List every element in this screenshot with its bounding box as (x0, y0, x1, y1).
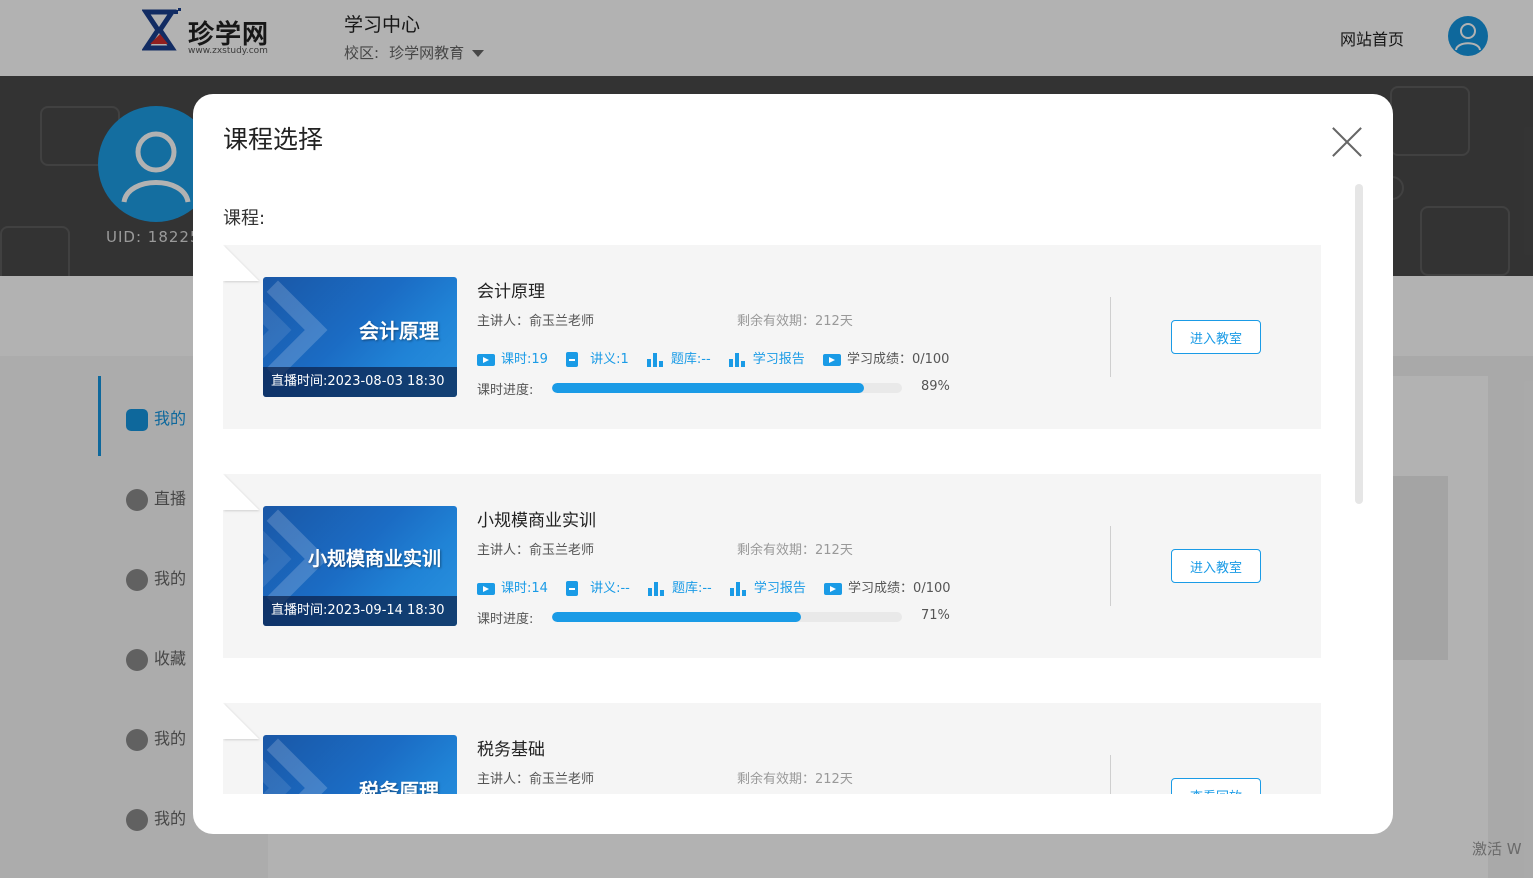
lessons-stat[interactable]: 课时:19 (477, 348, 548, 367)
course-teacher: 主讲人：俞玉兰老师 (477, 772, 595, 787)
course-card: 会计原理 直播时间:2023-08-03 18:30 会计原理 主讲人：俞玉兰老… (223, 245, 1321, 429)
course-list: 会计原理 直播时间:2023-08-03 18:30 会计原理 主讲人：俞玉兰老… (223, 244, 1323, 794)
course-label: 课程: (223, 208, 266, 229)
course-title: 税务基础 (477, 740, 545, 760)
course-thumbnail[interactable]: 税务原理 (263, 735, 457, 794)
score-value: 学习成绩：0/100 (846, 352, 950, 367)
thumbnail-title: 会计原理 (359, 319, 439, 343)
course-select-modal: 课程选择 课程: 会计原理 直播时间:2023-08-03 18:30 会计原理… (193, 94, 1393, 834)
score-value: 学习成绩：0/100 (848, 581, 951, 596)
page-fold-decor (223, 703, 259, 739)
progress-label: 课时进度: (477, 383, 534, 398)
handouts-count: 讲义:1 (590, 352, 629, 367)
lessons-count: 课时:19 (501, 352, 548, 367)
report-stat[interactable]: 学习报告 (729, 577, 806, 596)
question-bank-count: 题库:-- (670, 352, 711, 367)
course-teacher: 主讲人：俞玉兰老师 (477, 314, 595, 329)
course-thumbnail[interactable]: 小规模商业实训 直播时间:2023-09-14 18:30 (263, 506, 457, 626)
progress-percent: 89% (921, 379, 950, 394)
question-bank-stat[interactable]: 题库:-- (646, 348, 711, 367)
question-bank-count: 题库:-- (671, 581, 712, 596)
report-link: 学习报告 (753, 581, 806, 596)
live-time: 直播时间:2023-09-14 18:30 (263, 596, 457, 626)
course-validity: 剩余有效期：212天 (737, 772, 853, 787)
live-time: 直播时间:2023-08-03 18:30 (263, 367, 457, 397)
course-card: 小规模商业实训 直播时间:2023-09-14 18:30 小规模商业实训 主讲… (223, 474, 1321, 658)
course-validity: 剩余有效期：212天 (737, 314, 853, 329)
question-bank-stat[interactable]: 题库:-- (647, 577, 712, 596)
page-fold-decor (223, 245, 259, 281)
lessons-stat[interactable]: 课时:14 (477, 577, 548, 596)
handouts-stat[interactable]: 讲义:-- (566, 577, 630, 596)
course-card: 税务原理 税务基础 主讲人：俞玉兰老师 剩余有效期：212天 查看回放 (223, 703, 1321, 794)
course-stats: 课时:19 讲义:1 题库:-- 学习报告 学习成绩：0/100 (477, 348, 963, 367)
course-stats: 课时:14 讲义:-- 题库:-- 学习报告 学习成绩：0/100 (477, 577, 965, 596)
video-icon (477, 582, 495, 595)
video-icon (477, 353, 495, 366)
score-stat: 学习成绩：0/100 (822, 348, 950, 367)
report-stat[interactable]: 学习报告 (728, 348, 805, 367)
chevron-decor (263, 280, 328, 380)
thumbnail-title: 小规模商业实训 (307, 548, 441, 570)
clipboard-icon (566, 581, 579, 596)
course-validity: 剩余有效期：212天 (737, 543, 853, 558)
course-title: 会计原理 (477, 282, 545, 302)
handouts-count: 讲义:-- (590, 581, 630, 596)
enter-classroom-button[interactable]: 进入教室 (1171, 320, 1261, 354)
bar-chart-icon (646, 352, 663, 367)
progress-fill (552, 383, 864, 393)
report-link: 学习报告 (752, 352, 805, 367)
course-thumbnail[interactable]: 会计原理 直播时间:2023-08-03 18:30 (263, 277, 457, 397)
progress-bar (552, 612, 902, 622)
bar-chart-icon (728, 352, 745, 367)
enter-classroom-button[interactable]: 进入教室 (1171, 549, 1261, 583)
scrollbar[interactable] (1355, 184, 1363, 504)
close-icon[interactable] (1331, 126, 1363, 158)
thumbnail-title: 税务原理 (359, 779, 439, 794)
progress-bar (552, 383, 902, 393)
clipboard-icon (566, 352, 579, 367)
divider (1110, 526, 1111, 606)
handouts-stat[interactable]: 讲义:1 (566, 348, 629, 367)
bar-chart-icon (729, 581, 746, 596)
progress-fill (552, 612, 801, 622)
divider (1110, 297, 1111, 377)
video-icon (822, 353, 841, 366)
page-fold-decor (223, 474, 259, 510)
video-icon (824, 582, 843, 595)
course-teacher: 主讲人：俞玉兰老师 (477, 543, 595, 558)
view-replay-button[interactable]: 查看回放 (1171, 778, 1261, 794)
modal-title: 课程选择 (223, 125, 324, 154)
progress-label: 课时进度: (477, 612, 534, 627)
lessons-count: 课时:14 (501, 581, 548, 596)
bar-chart-icon (647, 581, 664, 596)
progress-percent: 71% (921, 608, 950, 623)
chevron-decor (263, 738, 328, 794)
divider (1110, 755, 1111, 794)
course-title: 小规模商业实训 (477, 511, 596, 531)
score-stat: 学习成绩：0/100 (824, 577, 951, 596)
